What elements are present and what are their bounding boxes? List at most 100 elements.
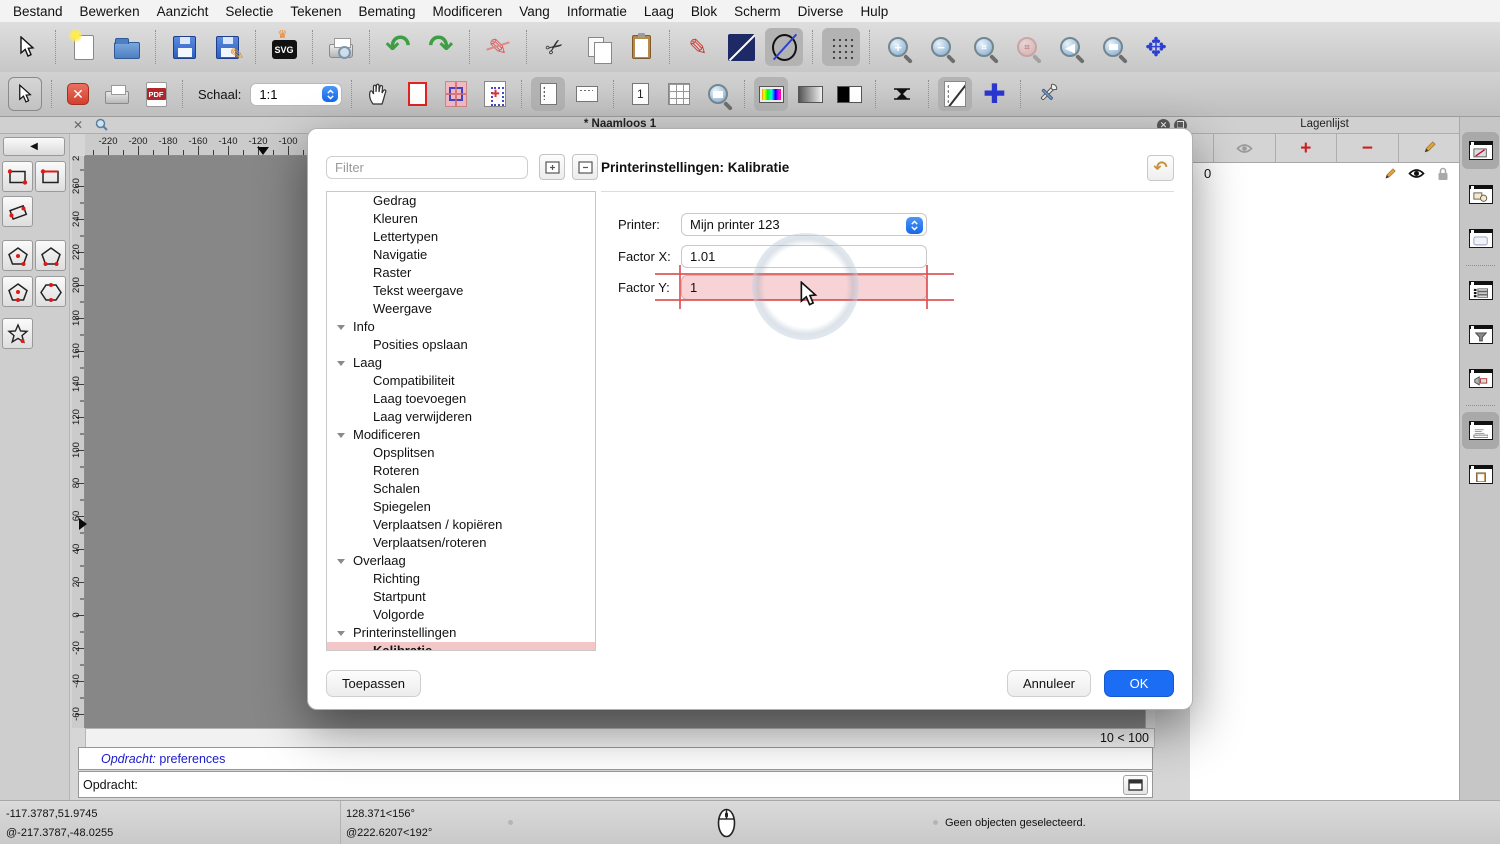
settings-tree-item[interactable]: Posities opslaan xyxy=(327,336,595,354)
settings-tree-item[interactable]: Startpunt xyxy=(327,588,595,606)
cut-button[interactable]: ✂ xyxy=(536,28,574,66)
print-button[interactable] xyxy=(100,77,134,111)
zoom-previous-button[interactable]: ◀ xyxy=(1051,28,1089,66)
settings-tree-item[interactable]: Info xyxy=(327,318,595,336)
command-prompt-row[interactable]: Opdracht: xyxy=(78,771,1153,798)
menu-item[interactable]: Blok xyxy=(691,4,717,19)
black-white-button[interactable] xyxy=(832,77,866,111)
menu-item[interactable]: Aanzicht xyxy=(157,4,209,19)
settings-tree-item[interactable]: Spiegelen xyxy=(327,498,595,516)
landscape-button[interactable] xyxy=(570,77,604,111)
pdf-export-button[interactable]: PDF xyxy=(139,77,173,111)
layer-edit-icon[interactable] xyxy=(1382,167,1397,185)
save-button[interactable] xyxy=(165,28,203,66)
scale-dropdown[interactable]: 1:1 xyxy=(250,82,343,106)
selection-panel-toggle[interactable] xyxy=(1462,360,1499,397)
settings-tree-item[interactable]: Gedrag xyxy=(327,192,595,210)
rotated-rectangle-tool[interactable] xyxy=(2,196,33,227)
menu-item[interactable]: Hulp xyxy=(860,4,888,19)
polygon-center-corner-tool[interactable] xyxy=(2,276,33,307)
print-preview-button[interactable] xyxy=(322,28,360,66)
menu-item[interactable]: Laag xyxy=(644,4,674,19)
rectangle-2corner-tool[interactable] xyxy=(2,161,33,192)
settings-tree-item[interactable]: Modificeren xyxy=(327,426,595,444)
expand-all-button[interactable] xyxy=(539,154,565,180)
crosshair-button[interactable]: ✚ xyxy=(977,77,1011,111)
settings-tree-item[interactable]: Printerinstellingen xyxy=(327,624,595,642)
hairline-button[interactable] xyxy=(885,77,919,111)
settings-tree-item[interactable]: Laag xyxy=(327,354,595,372)
layer-eye-icon[interactable] xyxy=(1408,167,1425,182)
ellipse-tool-button[interactable] xyxy=(765,28,803,66)
selection-tool-icon[interactable] xyxy=(8,28,46,66)
menu-item[interactable]: Bestand xyxy=(13,4,63,19)
polygon-center-tool[interactable] xyxy=(2,240,33,271)
menu-item[interactable]: Scherm xyxy=(734,4,781,19)
settings-tree-item[interactable]: Kalibratie xyxy=(327,642,595,650)
settings-tree-item[interactable]: Verplaatsen/roteren xyxy=(327,534,595,552)
cancel-button[interactable]: Annuleer xyxy=(1007,670,1091,697)
settings-tree-item[interactable]: Roteren xyxy=(327,462,595,480)
zoom-out-button[interactable]: − xyxy=(922,28,960,66)
zoom-window-button[interactable] xyxy=(1094,28,1132,66)
settings-tree-item[interactable]: Laag toevoegen xyxy=(327,390,595,408)
svg-export-button[interactable]: SVG xyxy=(265,28,303,66)
selection-mode-button[interactable] xyxy=(8,77,42,111)
settings-tree-item[interactable]: Navigatie xyxy=(327,246,595,264)
palette-back-button[interactable]: ◀ xyxy=(3,137,65,156)
layer-row[interactable]: 0 xyxy=(1190,163,1459,186)
settings-tools-button[interactable] xyxy=(1030,77,1064,111)
single-page-button[interactable]: 1 xyxy=(623,77,657,111)
page-diagonal-button[interactable] xyxy=(938,77,973,111)
reset-defaults-button[interactable]: ↶ xyxy=(1147,155,1174,181)
settings-tree-item[interactable]: Weergave xyxy=(327,300,595,318)
command-panel-toggle[interactable] xyxy=(1462,412,1499,449)
paper-grid-button[interactable] xyxy=(439,77,473,111)
pan-hand-button[interactable] xyxy=(361,77,395,111)
remove-layer-button[interactable]: − xyxy=(1337,134,1399,162)
draw-pen-button[interactable]: ✎ xyxy=(679,28,717,66)
layer-visibility-button[interactable] xyxy=(1214,134,1276,162)
line-tool-button[interactable] xyxy=(722,28,760,66)
zoom-in-button[interactable]: + xyxy=(879,28,917,66)
menu-item[interactable]: Vang xyxy=(519,4,550,19)
command-options-button[interactable] xyxy=(1123,775,1148,795)
clipboard-panel-toggle[interactable] xyxy=(1462,456,1499,493)
hexagon-tool[interactable] xyxy=(35,276,66,307)
close-print-preview-button[interactable]: ✕ xyxy=(61,77,95,111)
settings-tree-item[interactable]: Raster xyxy=(327,264,595,282)
settings-tree-item[interactable]: Laag verwijderen xyxy=(327,408,595,426)
grayscale-button[interactable] xyxy=(793,77,827,111)
menu-item[interactable]: Modificeren xyxy=(433,4,503,19)
menu-item[interactable]: Selectie xyxy=(225,4,273,19)
settings-tree-item[interactable]: Volgorde xyxy=(327,606,595,624)
settings-tree-item[interactable]: Kleuren xyxy=(327,210,595,228)
portrait-button[interactable] xyxy=(531,77,566,111)
layer-panel-toggle[interactable] xyxy=(1462,132,1499,169)
full-color-button[interactable] xyxy=(754,77,789,111)
new-file-button[interactable] xyxy=(65,28,103,66)
copy-button[interactable] xyxy=(579,28,617,66)
zoom-selection-button[interactable]: ⌗ xyxy=(1008,28,1046,66)
settings-tree-item[interactable]: Richting xyxy=(327,570,595,588)
save-as-button[interactable]: ✎ xyxy=(208,28,246,66)
add-layer-button[interactable]: + xyxy=(1276,134,1337,162)
settings-tree-item[interactable]: Tekst weergave xyxy=(327,282,595,300)
filter-panel-toggle[interactable] xyxy=(1462,316,1499,353)
menu-item[interactable]: Tekenen xyxy=(290,4,341,19)
edit-layer-button[interactable] xyxy=(1399,134,1460,162)
zoom-pan-button[interactable]: ✥ xyxy=(1137,28,1175,66)
polygon-edge-tool[interactable] xyxy=(35,240,66,271)
snap-grid-button[interactable] xyxy=(822,28,860,66)
layer-lock-icon[interactable] xyxy=(1437,167,1449,184)
settings-tree-item[interactable]: Compatibiliteit xyxy=(327,372,595,390)
page-border-button[interactable] xyxy=(400,77,434,111)
settings-tree-item[interactable]: Verplaatsen / kopiëren xyxy=(327,516,595,534)
block-panel-toggle[interactable] xyxy=(1462,176,1499,213)
menu-item[interactable]: Informatie xyxy=(567,4,627,19)
settings-tree-item[interactable]: Schalen xyxy=(327,480,595,498)
multi-page-button[interactable] xyxy=(662,77,696,111)
filter-input[interactable] xyxy=(326,156,528,179)
ok-button[interactable]: OK xyxy=(1104,670,1174,697)
settings-tree-item[interactable]: Overlaag xyxy=(327,552,595,570)
